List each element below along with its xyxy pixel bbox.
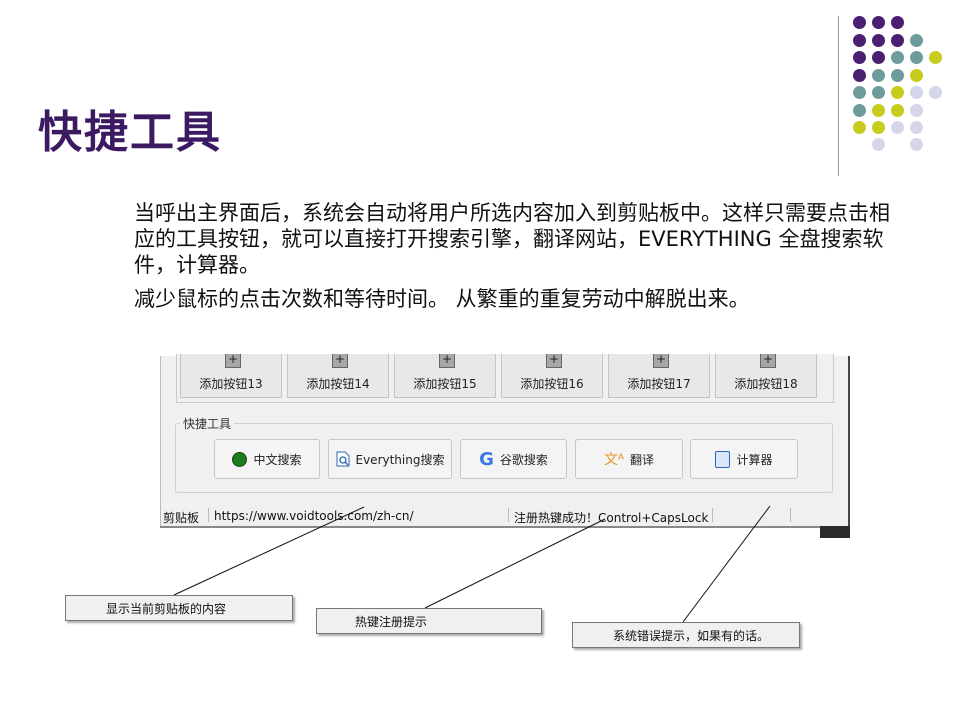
callout-error: 系统错误提示，如果有的话。 bbox=[572, 622, 800, 648]
callout-hotkey: 热键注册提示 bbox=[316, 608, 542, 634]
callout-clipboard: 显示当前剪贴板的内容 bbox=[65, 595, 293, 621]
